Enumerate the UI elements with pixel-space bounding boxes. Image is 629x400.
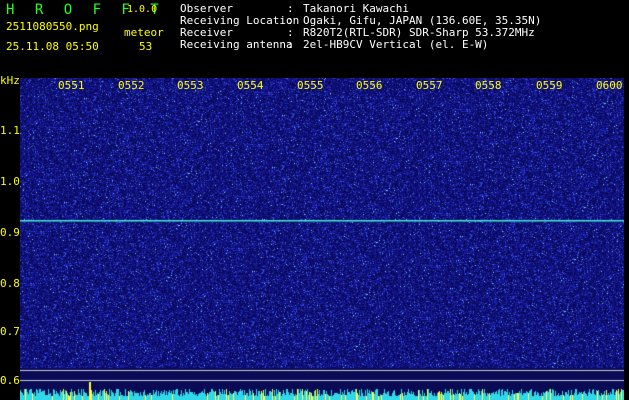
app-version: 1.0.0 — [127, 4, 158, 15]
station-info: Observer: Takanori Kawachi Receiving Loca… — [180, 3, 541, 51]
y-tick: 0.9 — [0, 226, 20, 239]
x-tick: 0558 — [475, 79, 502, 92]
x-tick: 0557 — [416, 79, 443, 92]
info-key: Receiving antenna — [180, 38, 293, 51]
spectrogram — [20, 78, 624, 400]
file-name: 2511080550.png — [6, 20, 99, 33]
y-tick: 1.1 — [0, 124, 20, 137]
meteor-count: 53 — [139, 40, 153, 53]
y-tick: 0.7 — [0, 325, 20, 338]
x-tick: 0553 — [177, 79, 204, 92]
x-tick: 0555 — [297, 79, 324, 92]
x-tick: 0552 — [118, 79, 145, 92]
file-datetime: 25.11.08 05:50 — [6, 40, 99, 53]
x-tick: 0600 — [596, 79, 623, 92]
x-tick: 0556 — [356, 79, 383, 92]
info-value: 2el-HB9CV Vertical (el. E-W) — [303, 38, 489, 51]
y-tick: 0.6 — [0, 374, 20, 387]
y-tick: 0.8 — [0, 277, 20, 290]
x-tick: 0559 — [536, 79, 563, 92]
meteor-label: meteor — [124, 26, 164, 39]
x-tick: 0551 — [58, 79, 85, 92]
x-tick: 0554 — [237, 79, 264, 92]
info-row-antenna: Receiving antenna:2el-HB9CV Vertical (el… — [180, 38, 489, 51]
y-axis-unit: kHz — [0, 74, 20, 87]
y-tick: 1.0 — [0, 175, 20, 188]
